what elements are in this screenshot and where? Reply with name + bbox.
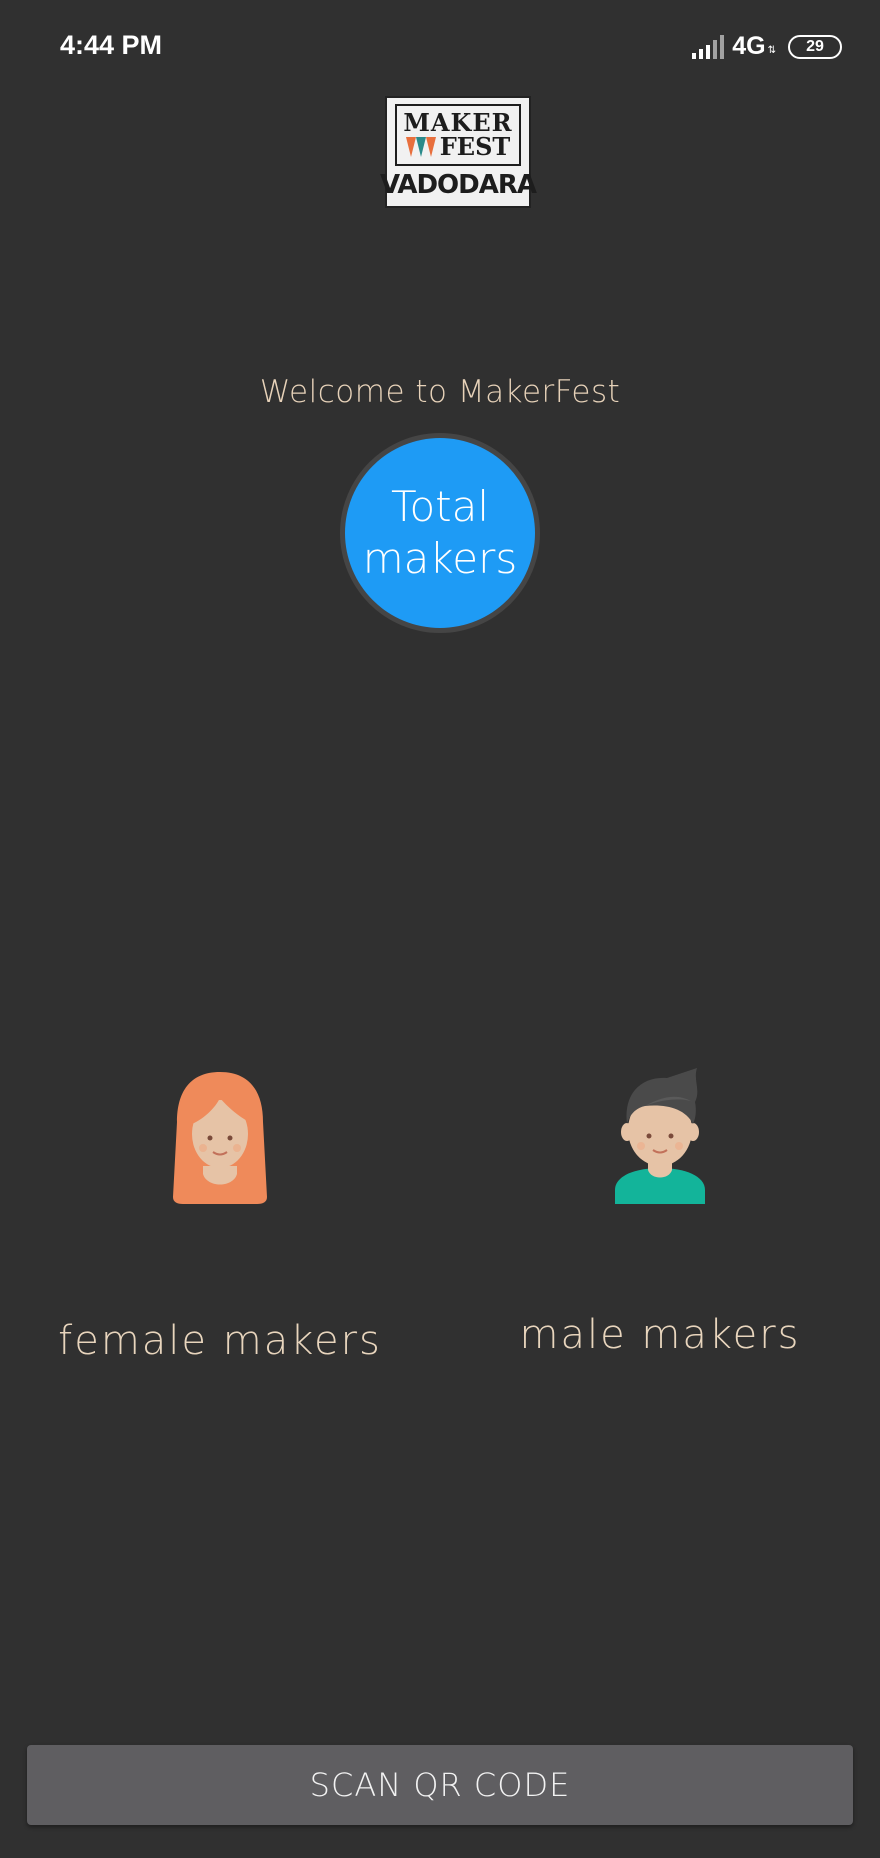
male-makers-card[interactable]: male makers [480,1062,840,1358]
data-activity-icon: ⇅ [767,45,776,56]
status-time: 4:44 PM [60,30,163,60]
male-makers-label: male makers [519,1312,801,1358]
status-bar: 4:44 PM 4G ⇅ 29 [0,0,880,96]
logo-box: MAKER FEST [395,104,521,166]
signal-icon [692,34,725,59]
battery-icon: 29 [788,34,842,59]
total-makers-line2: makers [362,534,518,583]
welcome-text: Welcome to MakerFest [259,374,621,410]
logo-triangles-icon [405,137,436,157]
makerfest-logo: MAKER FEST VADODARA [380,96,537,208]
total-makers-line1: Total [390,481,490,531]
status-icons: 4G ⇅ 29 [692,32,842,61]
logo-fest-row: FEST [405,132,511,161]
logo-line2: FEST [439,132,511,161]
male-avatar-icon [615,1068,705,1204]
scan-qr-code-button[interactable]: SCAN QR CODE [27,1745,853,1825]
logo-city: VADODARA [380,170,537,200]
network-type: 4G [732,32,766,60]
total-makers-button[interactable]: Total makers [345,438,535,628]
female-makers-label: female makers [58,1318,382,1364]
female-avatar-icon [173,1072,267,1204]
battery-level: 29 [806,37,824,55]
female-makers-card[interactable]: female makers [40,1062,400,1364]
